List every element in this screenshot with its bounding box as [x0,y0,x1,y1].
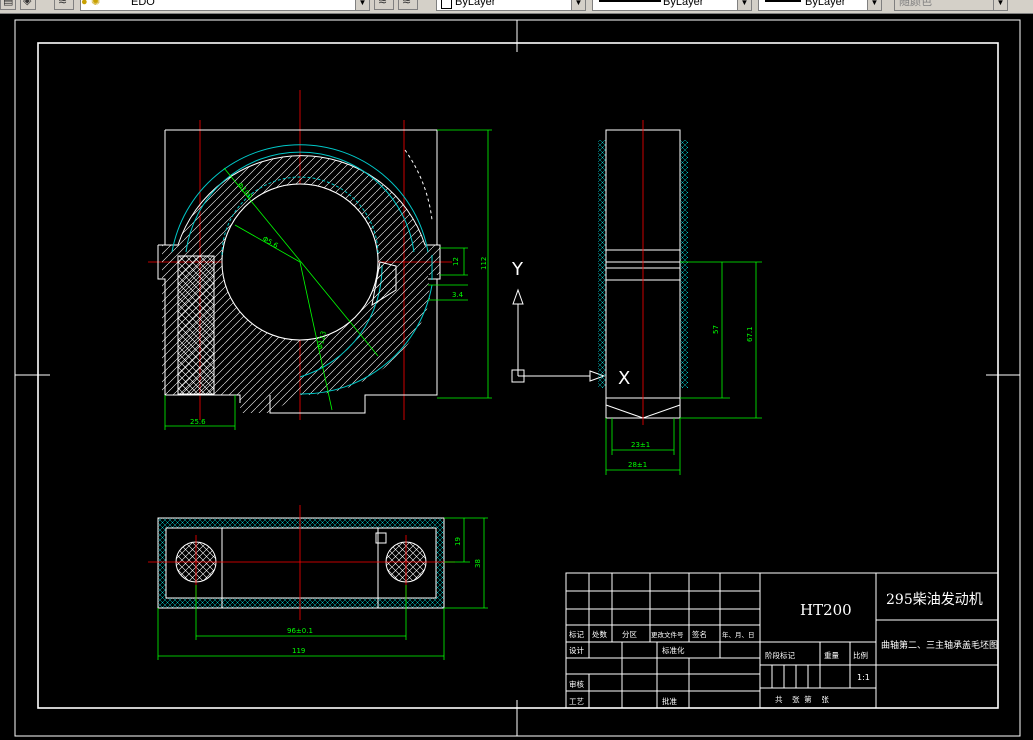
tb-count: 处数 [592,629,607,639]
tb-sign: 签名 [692,629,707,639]
lineweight-preview [765,0,801,2]
layer-dropdown[interactable]: ● ✺ EDO ▼ [80,0,370,11]
front-view: Φ100 Φ5.6 Φ123 12 3.4 112 25.6 [148,90,492,430]
layer-match-button[interactable]: ≋ [398,0,418,10]
tb-approve: 批准 [662,696,677,706]
drawing-title: 295柴油发动机 [886,592,983,608]
color-dropdown[interactable]: ByLayer ▼ [436,0,586,11]
plotstyle-dropdown: 随颜色 ▼ [894,0,1008,11]
linetype-preview [599,0,661,2]
top-view: 19 38 96±0.1 119 [148,505,488,660]
dim-d28: 28±1 [628,461,647,469]
tb-doc: 更改文件号 [651,630,684,639]
tb-standard: 标准化 [662,645,685,655]
lightbulb-icon: ● [81,0,88,8]
chevron-down-icon[interactable]: ▼ [867,0,881,10]
dim-d112: 112 [480,257,488,270]
layers-icon: ▤ [3,0,14,7]
ucs-icon [511,288,606,383]
scale-value: 1:1 [857,673,870,682]
dim-d96: 96±0.1 [287,627,313,635]
layer-previous-button[interactable]: ≋ [54,0,74,10]
tb-zone: 分区 [622,630,637,639]
drawing-subtitle: 曲轴第二、三主轴承盖毛坯图 [881,639,998,651]
drawing-canvas[interactable]: Φ100 Φ5.6 Φ123 12 3.4 112 25.6 Y X 57 67… [0,14,1033,740]
dim-d12: 12 [452,257,460,266]
layer-manager-button[interactable]: ▤ [0,0,16,10]
layer-stack-icon: ◈ [23,0,32,7]
tb-process: 工艺 [569,697,584,706]
color-value: ByLayer [455,0,496,8]
lineweight-dropdown[interactable]: ByLayer ▼ [758,0,882,11]
linetype-dropdown[interactable]: ByLayer ▼ [592,0,752,11]
dim-d19: 19 [454,537,462,546]
tb-date: 年、月、日 [722,630,755,639]
layer-stack-icon: ≋ [378,0,388,7]
dim-d34: 3.4 [452,291,464,299]
plotstyle-value: 随颜色 [899,0,932,8]
lineweight-value: ByLayer [805,0,846,8]
sun-icon: ✺ [91,0,101,8]
layer-state-button[interactable]: ◈ [20,0,36,10]
layer-stack-icon: ≋ [58,0,68,7]
dim-d119: 119 [292,647,305,655]
properties-toolbar: ▤ ◈ ≋ ● ✺ EDO ▼ ≋ ≋ ByLayer ▼ ByLayer ▼ … [0,0,1033,14]
chevron-down-icon[interactable]: ▼ [571,0,585,10]
tb-check: 审核 [569,679,584,689]
dim-d57: 57 [712,325,720,334]
dim-d256: 25.6 [190,418,206,426]
color-swatch [441,0,452,9]
ucs-y-label: Y [511,259,524,280]
side-view: 57 67.1 23±1 28±1 [598,120,762,475]
chevron-down-icon[interactable]: ▼ [737,0,751,10]
material-label: HT200 [800,601,852,619]
chevron-down-icon: ▼ [993,0,1007,10]
dim-d671: 67.1 [746,326,754,342]
chevron-down-icon[interactable]: ▼ [355,0,369,10]
dim-d38: 38 [474,559,482,568]
tb-mark: 标记 [569,629,584,639]
layer-name: EDO [131,0,155,8]
linetype-value: ByLayer [663,0,704,8]
dim-d23: 23±1 [631,441,650,449]
make-current-layer-button[interactable]: ≋ [374,0,394,10]
tb-sheets: 共 张 第 张 [775,694,829,704]
tb-stage: 阶段标记 [765,650,795,660]
ucs-x-label: X [618,368,630,389]
tb-ratio: 比例 [853,650,868,660]
layer-stack-icon: ≋ [402,0,412,7]
tb-weight: 重量 [824,651,839,660]
tb-design: 设计 [569,645,584,655]
